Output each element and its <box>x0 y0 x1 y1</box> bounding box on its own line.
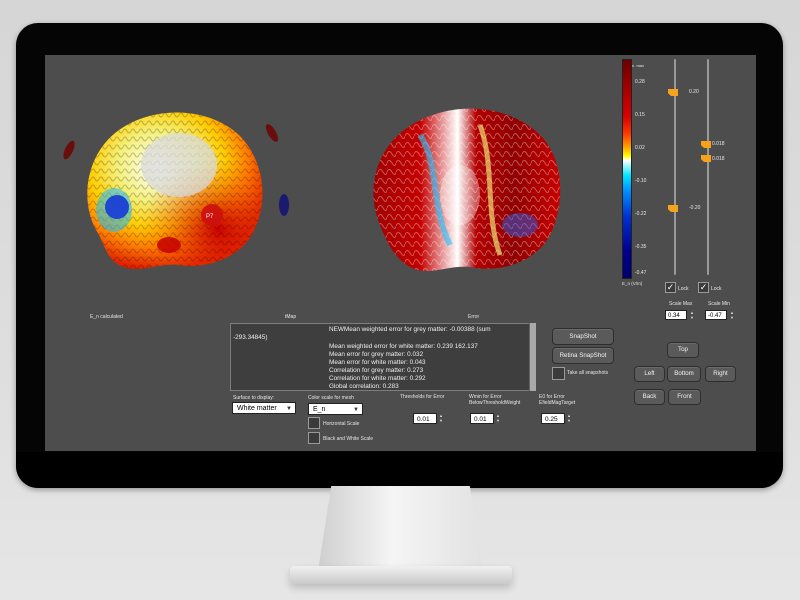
scale-max-slider-thumb-lower[interactable] <box>668 205 678 212</box>
monitor-chin <box>16 452 783 488</box>
colorbar-tick: 0.15 <box>635 112 645 118</box>
surface-label: Surface to display: <box>233 395 275 401</box>
take-all-snapshots-checkbox[interactable] <box>552 367 565 380</box>
monitor-stand-base <box>290 566 512 584</box>
thresholds-stepper[interactable]: ▲ ▼ <box>438 413 444 423</box>
scale-max-lower-value: -0.20 <box>689 205 701 211</box>
brain-viewport-error[interactable] <box>360 95 570 295</box>
bw-scale-label: Black and White Scale <box>323 436 374 442</box>
lock-max-label: Lock <box>678 286 689 292</box>
colorbar-tick: 0.28 <box>635 79 645 85</box>
e0-label-line2: EfieldMagTarget <box>539 400 576 406</box>
view-right-button[interactable]: Right <box>705 366 736 382</box>
thresholds-label: Thresholds for Error <box>400 394 445 400</box>
chevron-down-icon: ▼ <box>286 406 292 412</box>
view-front-button[interactable]: Front <box>668 389 701 405</box>
log-line: Global correlation: 0.283 <box>329 383 399 390</box>
view-bottom-button[interactable]: Bottom <box>667 366 701 382</box>
thresholds-input[interactable]: 0.01 <box>413 413 437 424</box>
log-line: Correlation for grey matter: 0.273 <box>329 367 424 374</box>
log-scrollbar[interactable] <box>529 323 536 391</box>
chevron-down-icon: ▼ <box>353 407 359 413</box>
colorbar-tick: -0.10 <box>635 178 647 184</box>
log-line: -293.34845) <box>233 334 268 341</box>
horizontal-scale-label: Horizontal Scale <box>323 421 360 427</box>
colorbar-tick: -0.22 <box>635 211 647 217</box>
scale-min-slider-track[interactable] <box>707 59 709 275</box>
lock-min-label: Lock <box>711 286 722 292</box>
view-top-button[interactable]: Top <box>667 342 699 358</box>
colorscale-label: Color scale for mesh <box>308 395 354 401</box>
scale-max-input[interactable]: 0.34 <box>665 310 687 320</box>
scale-max-stepper[interactable]: ▲ ▼ <box>689 310 695 320</box>
take-all-snapshots-label: Take all snapshots <box>567 370 609 376</box>
electrode-blue-right <box>279 194 289 216</box>
wmin-input[interactable]: 0.01 <box>470 413 494 424</box>
viewport-label-right: Error <box>468 314 480 320</box>
bw-scale-checkbox[interactable] <box>308 432 320 444</box>
snapshot-button[interactable]: SnapShot <box>552 328 614 345</box>
surface-select[interactable]: White matter ▼ <box>232 402 296 414</box>
colorbar-unit: E_n (V/m) <box>622 281 643 286</box>
scale-min-input[interactable]: -0.47 <box>705 310 727 320</box>
lock-max-checkbox[interactable]: ✓ <box>665 282 676 293</box>
log-line: Correlation for white matter: 0.292 <box>329 375 426 382</box>
e0-input[interactable]: 0.25 <box>541 413 565 424</box>
log-output[interactable]: NEWMean weighted error for grey matter: … <box>230 323 534 391</box>
lock-min-checkbox[interactable]: ✓ <box>698 282 709 293</box>
view-back-button[interactable]: Back <box>634 389 665 405</box>
scale-min-stepper[interactable]: ▲ ▼ <box>729 310 735 320</box>
wmin-stepper[interactable]: ▲ ▼ <box>495 413 501 423</box>
colorscale-select[interactable]: E_n ▼ <box>308 403 363 415</box>
scale-max-slider-thumb[interactable] <box>668 89 678 96</box>
wmin-label-line2: BelowThresholdWeight <box>469 400 521 406</box>
marker-label: P7 <box>206 214 214 220</box>
scale-max-label: Scale Max <box>669 301 693 307</box>
app-screen: P7 n. max 0.28 0.15 0.02 -0.10 -0.22 -0.… <box>45 55 756 451</box>
horizontal-scale-checkbox[interactable] <box>308 417 320 429</box>
colorbar-top-label: n. max <box>632 63 645 68</box>
surface-select-value: White matter <box>237 405 277 412</box>
monitor-stand <box>318 486 483 571</box>
scale-min-slider-thumb[interactable] <box>701 141 711 148</box>
retina-snapshot-button[interactable]: Retina SnapShot <box>552 347 614 364</box>
colorbar-tick: -0.35 <box>635 244 647 250</box>
scale-min-value: 0.018 <box>712 141 725 147</box>
scale-min-label: Scale Min <box>708 301 730 307</box>
brain-viewport-left[interactable]: P7 <box>59 95 279 295</box>
electrode-marker <box>105 195 129 219</box>
scale-min-lower-value: 0.018 <box>712 156 725 162</box>
log-line: Mean error for white matter: 0.043 <box>329 359 426 366</box>
viewport-label-middle: tMap <box>285 314 297 320</box>
scale-min-slider-thumb-lower[interactable] <box>701 155 711 162</box>
e0-stepper[interactable]: ▲ ▼ <box>566 413 572 423</box>
viewport-label-left: E_n calculated <box>90 314 123 320</box>
view-left-button[interactable]: Left <box>634 366 665 382</box>
log-line: Mean weighted error for white matter: 0.… <box>329 343 478 350</box>
colorbar-tick: -0.47 <box>635 270 647 276</box>
log-line: NEWMean weighted error for grey matter: … <box>329 326 491 333</box>
log-line: Mean error for grey matter: 0.032 <box>329 351 424 358</box>
colorscale-select-value: E_n <box>313 406 326 413</box>
colorbar <box>622 59 632 279</box>
scale-max-value: 0.20 <box>689 89 699 95</box>
colorbar-tick: 0.02 <box>635 145 645 151</box>
